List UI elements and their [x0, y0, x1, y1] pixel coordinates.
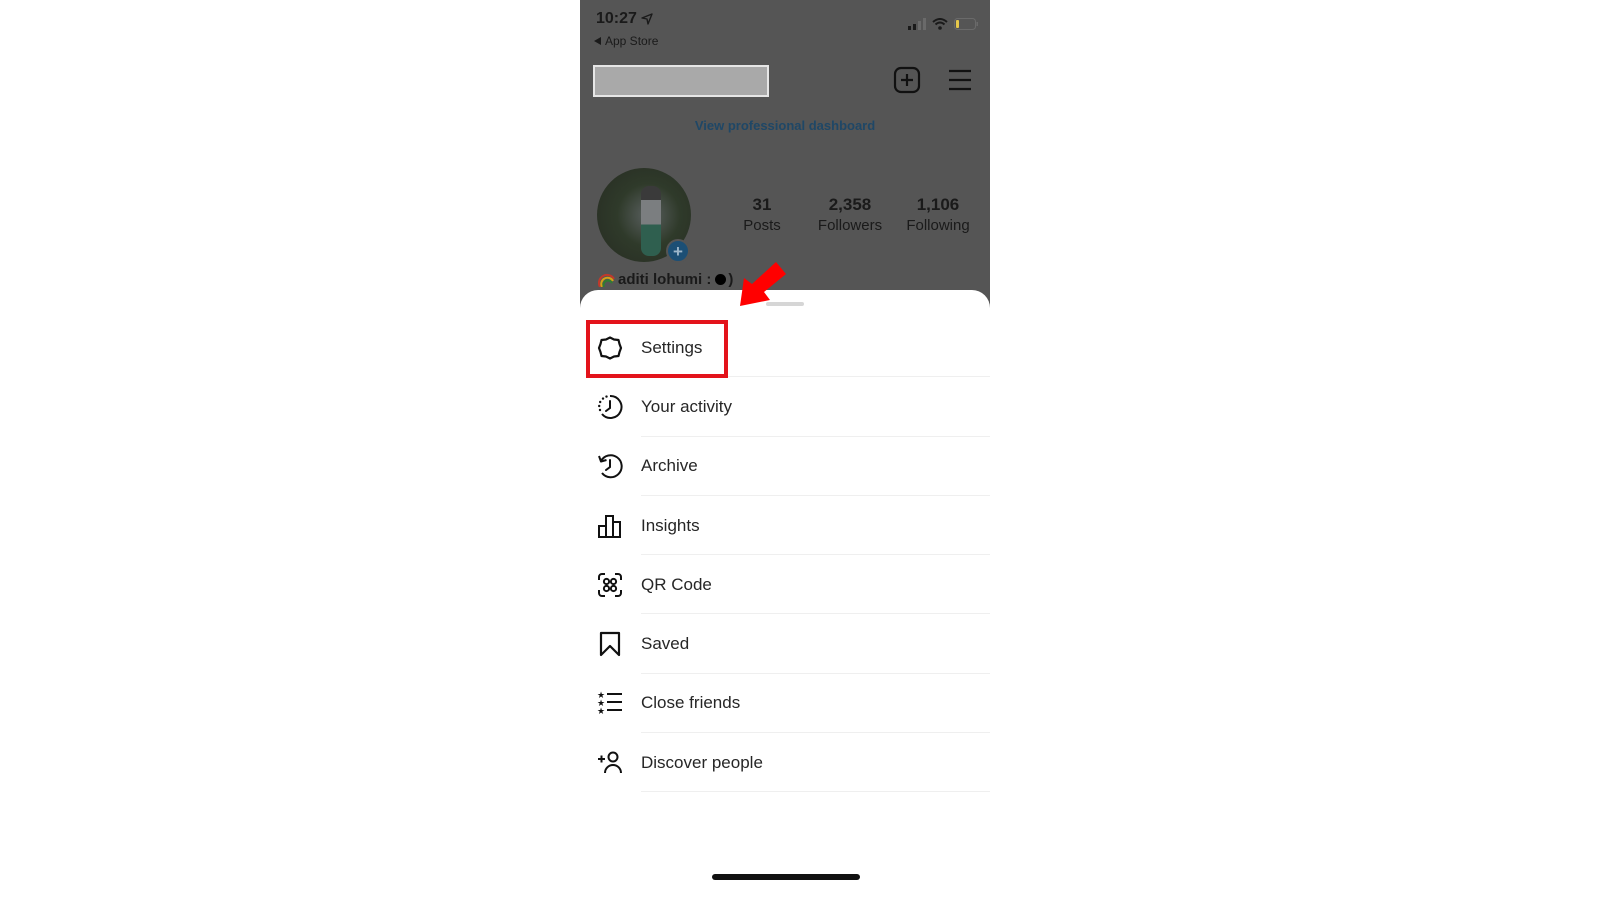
menu-item-archive[interactable]: Archive: [580, 437, 990, 496]
sheet-grabber-handle[interactable]: [766, 302, 804, 306]
hamburger-menu-button[interactable]: [947, 68, 973, 92]
activity-clock-icon: [597, 394, 623, 420]
stat-posts[interactable]: 31 Posts: [732, 195, 792, 234]
hamburger-menu-icon: [949, 69, 971, 91]
add-story-button[interactable]: +: [666, 239, 690, 263]
new-post-button[interactable]: [893, 66, 921, 94]
rainbow-icon: [598, 273, 615, 287]
menu-item-settings[interactable]: Settings: [580, 318, 990, 378]
qr-code-icon: [597, 572, 623, 598]
menu-list: Settings Your activity Archive Insights …: [580, 318, 990, 793]
archive-history-icon: [597, 453, 623, 479]
wifi-icon: [932, 18, 948, 30]
bookmark-icon: [597, 631, 623, 657]
settings-gear-icon: [597, 335, 623, 361]
svg-text:★: ★: [597, 707, 605, 716]
battery-low-icon: [954, 18, 978, 30]
view-professional-dashboard-link[interactable]: View professional dashboard: [580, 118, 990, 133]
avatar-photo-figure: [641, 186, 661, 256]
plus-circle-icon: +: [673, 241, 683, 261]
phone-screen: 10:27 App Store View professional dashbo…: [580, 0, 990, 900]
menu-item-insights[interactable]: Insights: [580, 496, 990, 556]
plus-square-icon: [893, 66, 921, 94]
menu-item-saved[interactable]: Saved: [580, 614, 990, 674]
username-redacted[interactable]: [593, 65, 769, 97]
star-list-icon: ★ ★ ★: [597, 690, 623, 716]
bottom-sheet-menu: Settings Your activity Archive Insights …: [580, 290, 990, 900]
profile-display-name: aditi lohumi :): [598, 271, 733, 288]
menu-item-close-friends[interactable]: ★ ★ ★ Close friends: [580, 674, 990, 734]
add-person-icon: [597, 750, 623, 776]
back-to-app-store[interactable]: App Store: [594, 34, 658, 48]
status-bar: 10:27 App Store: [580, 0, 990, 52]
back-triangle-icon: [594, 37, 601, 45]
menu-item-discover-people[interactable]: Discover people: [580, 733, 990, 793]
divider: [641, 791, 990, 793]
bar-chart-icon: [597, 513, 623, 539]
status-time: 10:27: [596, 10, 653, 28]
menu-item-your-activity[interactable]: Your activity: [580, 377, 990, 437]
menu-item-qr-code[interactable]: QR Code: [580, 555, 990, 615]
cellular-signal-icon: [908, 18, 926, 30]
home-indicator[interactable]: [712, 874, 860, 880]
dimmed-profile-background[interactable]: 10:27 App Store View professional dashbo…: [580, 0, 990, 310]
location-arrow-icon: [641, 13, 653, 25]
status-icons: [908, 18, 978, 30]
stat-following[interactable]: 1,106 Following: [900, 195, 976, 234]
black-circle-emoji: [715, 274, 727, 285]
stat-followers[interactable]: 2,358 Followers: [810, 195, 890, 234]
